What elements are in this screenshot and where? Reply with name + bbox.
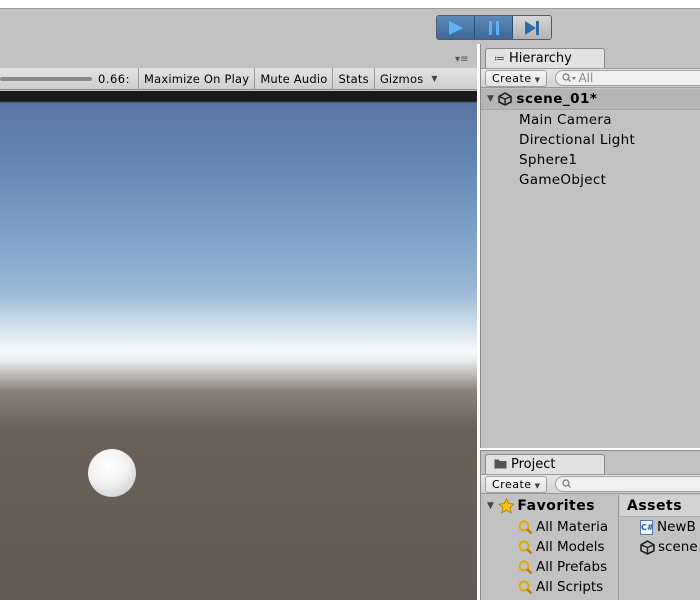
hierarchy-search-placeholder: All xyxy=(578,71,594,85)
chevron-down-icon: ▼ xyxy=(534,481,541,490)
pause-icon xyxy=(488,20,499,35)
favorite-all-models[interactable]: All Models xyxy=(481,537,618,557)
panel-menu-icon[interactable]: ▾≡ xyxy=(455,54,468,65)
search-icon xyxy=(518,580,533,595)
unity-scene-icon xyxy=(498,92,513,106)
search-icon xyxy=(518,540,533,555)
hierarchy-tree: ▼ scene_01* Main Camera Directional Ligh… xyxy=(481,89,700,448)
step-button[interactable] xyxy=(513,16,551,39)
project-create-button[interactable]: Create ▼ xyxy=(485,475,548,493)
favorites-label: Favorites xyxy=(517,498,596,514)
tab-hierarchy-label: Hierarchy xyxy=(509,51,572,66)
tab-project-label: Project xyxy=(511,457,556,472)
scene-root-row[interactable]: ▼ scene_01* xyxy=(481,89,700,110)
hierarchy-create-label: Create xyxy=(492,71,532,85)
game-tab-bar: ▾≡ xyxy=(0,44,477,68)
project-create-label: Create xyxy=(492,477,532,491)
play-icon xyxy=(448,20,463,35)
scene-name: scene_01* xyxy=(516,91,598,107)
asset-item-script-label: NewB xyxy=(657,519,696,535)
hierarchy-search-input[interactable]: All xyxy=(555,70,700,86)
play-button[interactable] xyxy=(437,16,475,39)
folder-icon xyxy=(494,459,507,469)
project-assets-pane: Assets C# NewB scene xyxy=(620,495,700,600)
tab-hierarchy[interactable]: ≔ Hierarchy xyxy=(485,48,605,69)
favorite-all-materials-label: All Materia xyxy=(536,519,609,535)
sphere-object xyxy=(88,449,136,497)
tab-project[interactable]: Project xyxy=(485,454,605,475)
hierarchy-item-directional-light[interactable]: Directional Light xyxy=(481,130,700,150)
asset-item-scene-label: scene xyxy=(658,539,698,555)
scale-slider[interactable] xyxy=(0,76,92,81)
search-icon xyxy=(518,560,533,575)
expand-triangle-icon[interactable]: ▼ xyxy=(487,501,494,511)
favorites-row[interactable]: ▼ Favorites xyxy=(481,495,618,517)
chevron-down-icon: ▼ xyxy=(534,75,541,84)
hierarchy-list-icon: ≔ xyxy=(494,52,505,65)
expand-triangle-icon[interactable]: ▼ xyxy=(487,94,494,104)
project-toolbar: Create ▼ xyxy=(481,474,700,494)
favorite-all-scripts-label: All Scripts xyxy=(536,579,604,595)
unity-scene-icon xyxy=(640,539,655,555)
star-icon xyxy=(498,498,516,514)
hierarchy-toolbar: Create ▼ All xyxy=(481,68,700,88)
pause-button[interactable] xyxy=(475,16,513,39)
scale-value: 0.66: xyxy=(98,71,130,86)
hierarchy-item-gameobject[interactable]: GameObject xyxy=(481,170,700,190)
favorite-all-scripts[interactable]: All Scripts xyxy=(481,577,618,597)
step-icon xyxy=(525,20,539,35)
game-viewport[interactable] xyxy=(0,91,477,600)
search-icon xyxy=(562,73,577,82)
project-panel: Project Create ▼ ▼ Favorites All Materia … xyxy=(480,450,700,600)
mute-audio-button[interactable]: Mute Audio xyxy=(254,67,332,90)
gizmos-button[interactable]: Gizmos xyxy=(373,67,429,90)
hierarchy-panel: ≔ Hierarchy Create ▼ All ▼ scene_01* Main … xyxy=(480,44,700,448)
asset-item-scene[interactable]: scene xyxy=(620,537,700,557)
favorite-all-models-label: All Models xyxy=(536,539,605,555)
favorite-all-prefabs[interactable]: All Prefabs xyxy=(481,557,618,577)
maximize-on-play-button[interactable]: Maximize On Play xyxy=(137,67,254,90)
main-toolbar xyxy=(0,8,700,44)
game-view-panel: ▾≡ 0.66: Maximize On Play Mute Audio Sta… xyxy=(0,44,477,600)
hierarchy-item-sphere1[interactable]: Sphere1 xyxy=(481,150,700,170)
asset-item-script[interactable]: C# NewB xyxy=(620,517,700,537)
game-view-toolbar: 0.66: Maximize On Play Mute Audio Stats … xyxy=(0,67,477,90)
assets-header[interactable]: Assets xyxy=(620,495,700,517)
project-search-input[interactable] xyxy=(555,476,700,492)
gizmos-dropdown-arrow-icon[interactable]: ▼ xyxy=(428,68,440,90)
csharp-script-icon: C# xyxy=(640,519,654,535)
hierarchy-item-main-camera[interactable]: Main Camera xyxy=(481,110,700,130)
favorite-all-prefabs-label: All Prefabs xyxy=(536,559,608,575)
playback-controls xyxy=(436,15,552,40)
favorite-all-materials[interactable]: All Materia xyxy=(481,517,618,537)
hierarchy-create-button[interactable]: Create ▼ xyxy=(485,69,548,87)
search-icon xyxy=(562,479,572,488)
search-icon xyxy=(518,520,533,535)
project-favorites-pane: ▼ Favorites All Materia All Models All P… xyxy=(481,495,619,600)
stats-button[interactable]: Stats xyxy=(332,67,373,90)
